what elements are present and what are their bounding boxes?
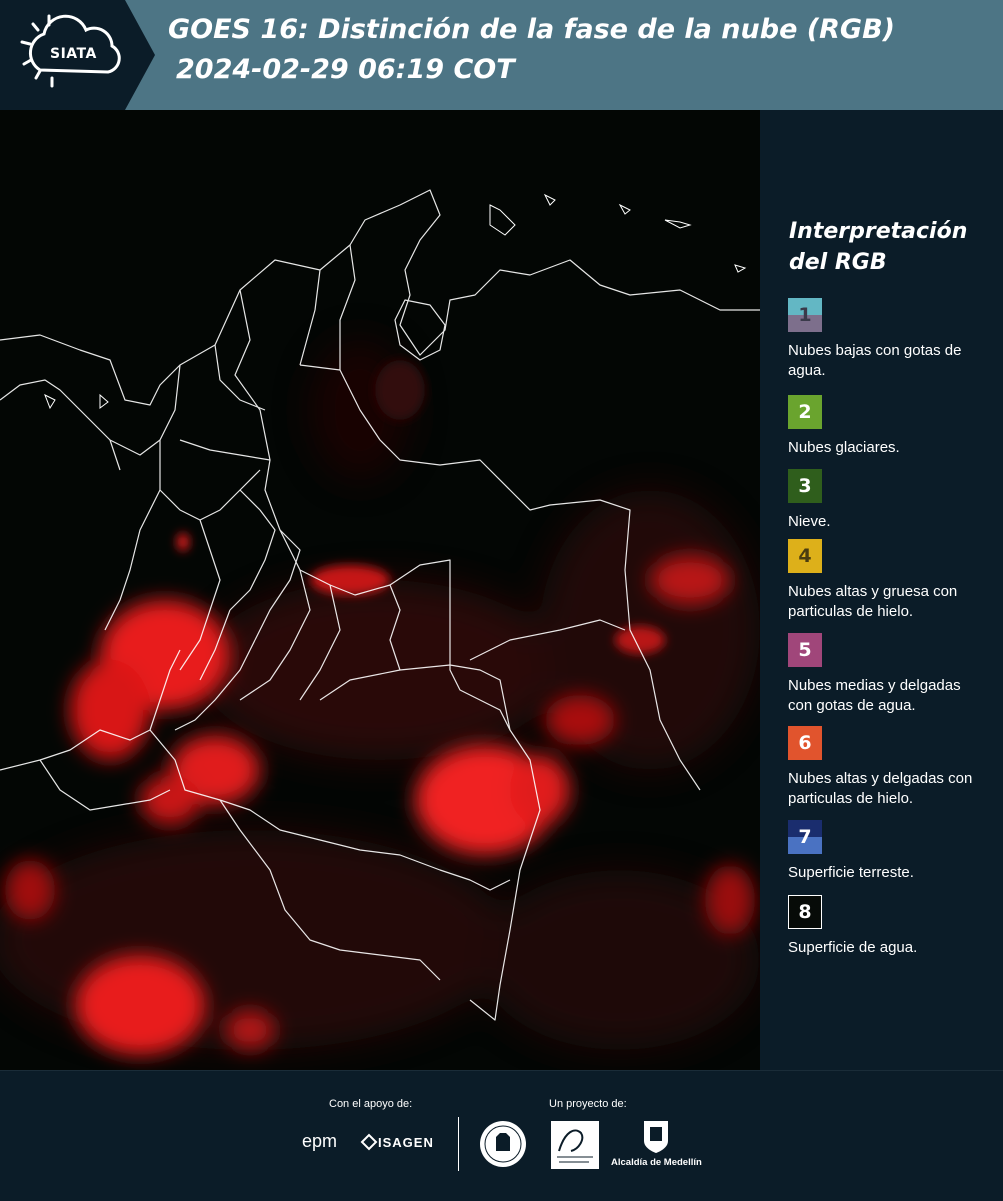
legend-panel: Interpretación del RGB 1 Nubes bajas con… xyxy=(760,110,1003,1070)
legend-swatch-8: 8 xyxy=(788,895,822,929)
legend-label-8: Superficie de agua. xyxy=(788,939,918,956)
legend-swatch-4: 4 xyxy=(788,539,822,573)
legend-swatch-7: 7 xyxy=(788,820,822,854)
area-metropolitana-logo xyxy=(551,1121,599,1169)
legend-label-6: Nubes altas y delgadas con particulas de… xyxy=(788,770,973,807)
epm-logo: epm xyxy=(302,1131,338,1151)
legend-item-2: 2 Nubes glaciares. xyxy=(788,395,988,458)
legend-swatch-3: 3 xyxy=(788,469,822,503)
legend-label-4: Nubes altas y gruesa con particulas de h… xyxy=(788,583,958,620)
seal-icon xyxy=(480,1121,526,1167)
alcaldia-label: Alcaldía de Medellín xyxy=(611,1157,702,1168)
logo-text: SIATA xyxy=(50,46,97,62)
legend-item-5: 5 Nubes medias y delgadas con gotas de a… xyxy=(788,633,988,716)
footer-divider xyxy=(458,1117,459,1171)
legend-swatch-2: 2 xyxy=(788,395,822,429)
satellite-map xyxy=(0,110,760,1070)
isagen-logo: ISAGEN xyxy=(378,1135,434,1150)
legend-label-1: Nubes bajas con gotas de agua. xyxy=(788,342,962,379)
legend-swatch-5: 5 xyxy=(788,633,822,667)
legend-label-2: Nubes glaciares. xyxy=(788,439,900,456)
legend-item-3: 3 Nieve. xyxy=(788,469,988,532)
legend-swatch-6: 6 xyxy=(788,726,822,760)
support-label: Con el apoyo de: xyxy=(329,1098,413,1110)
legend-title: Interpretación del RGB xyxy=(789,219,968,275)
medellin-shield-icon xyxy=(644,1121,668,1153)
legend-swatch-1: 1 xyxy=(788,298,822,332)
page-title: GOES 16: Distinción de la fase de la nub… xyxy=(168,14,895,45)
isagen-mark-icon xyxy=(360,1133,378,1151)
legend-item-8: 8 Superficie de agua. xyxy=(788,895,988,958)
timestamp: 2024-02-29 06:19 COT xyxy=(176,54,515,85)
legend-label-5: Nubes medias y delgadas con gotas de agu… xyxy=(788,677,961,714)
footer: Con el apoyo de: Un proyecto de: epm ISA… xyxy=(0,1070,1003,1201)
legend-item-1: 1 Nubes bajas con gotas de agua. xyxy=(788,298,988,381)
legend-item-4: 4 Nubes altas y gruesa con particulas de… xyxy=(788,539,988,622)
legend-label-7: Superficie terreste. xyxy=(788,864,914,881)
legend-label-3: Nieve. xyxy=(788,513,831,530)
legend-item-7: 7 Superficie terreste. xyxy=(788,820,988,883)
legend-item-6: 6 Nubes altas y delgadas con particulas … xyxy=(788,726,988,809)
project-label: Un proyecto de: xyxy=(549,1098,627,1110)
siata-logo: SIATA xyxy=(0,0,155,110)
header-bar: SIATA GOES 16: Distinción de la fase de … xyxy=(0,0,1003,110)
